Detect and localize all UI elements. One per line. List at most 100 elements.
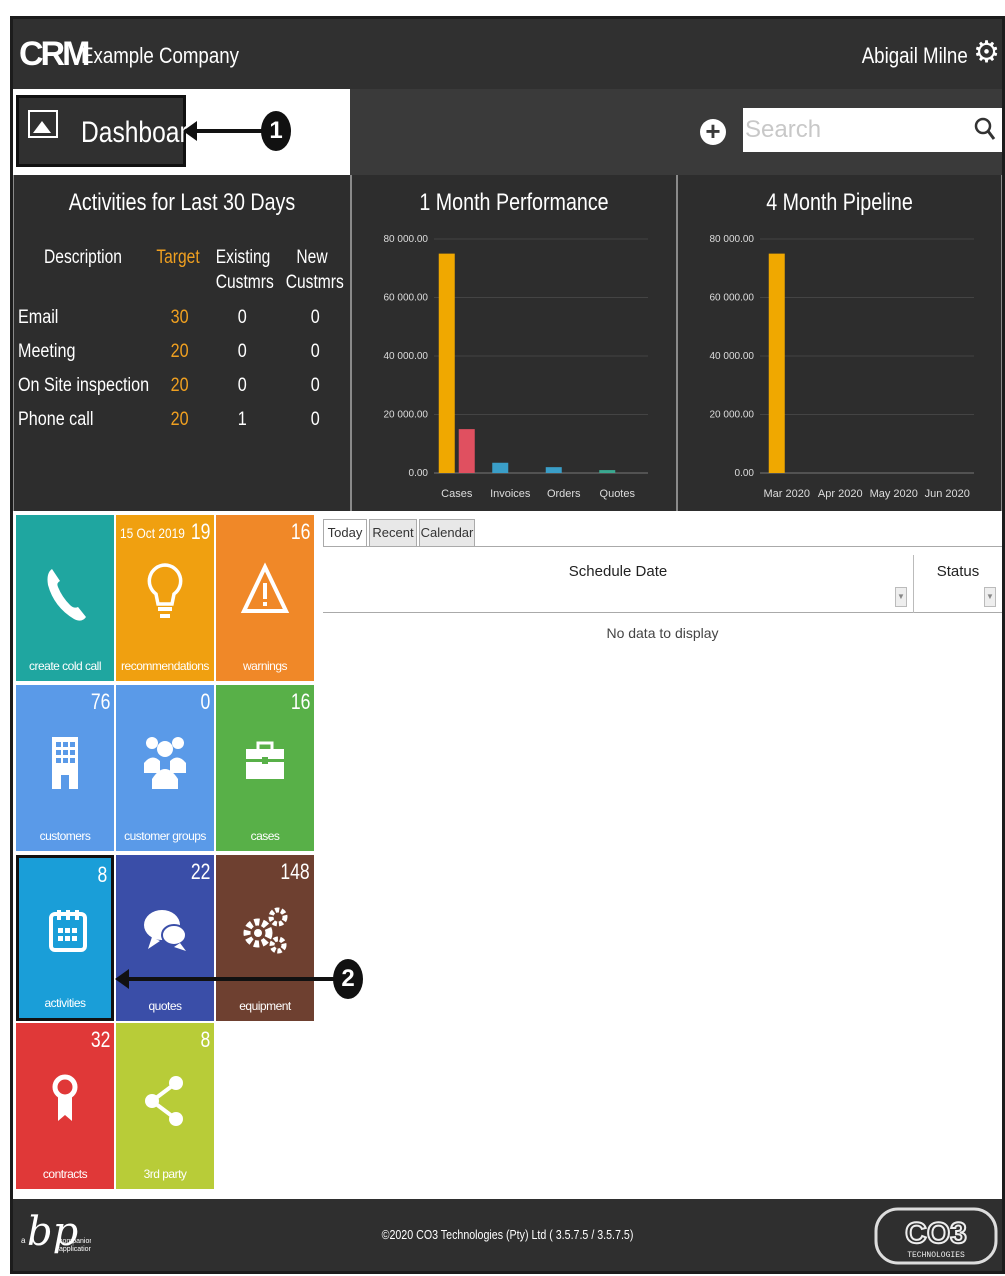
- callout-arrow-1: [183, 121, 263, 141]
- top-bar: CRM Example Company Abigail Milne ⚙: [13, 19, 1002, 89]
- callout-arrow-2: [115, 969, 345, 989]
- warning-icon: [240, 562, 290, 613]
- activity-target: 20: [170, 375, 189, 396]
- tile-warnings[interactable]: 16 warnings: [216, 515, 314, 681]
- y-tick-label: 0.00: [409, 468, 429, 479]
- tile-count: 16: [290, 689, 310, 714]
- filter-icon[interactable]: ▼: [895, 587, 907, 607]
- activity-row: Email 30 0 0: [14, 307, 352, 341]
- bar: [438, 253, 455, 473]
- schedule-grid: Today Recent Calendar Schedule Date ▼ St…: [323, 515, 1002, 1195]
- y-tick-label: 80 000.00: [710, 234, 755, 245]
- x-tick-label: Quotes: [600, 488, 636, 500]
- y-tick-label: 60 000.00: [710, 293, 755, 304]
- y-tick-label: 60 000.00: [384, 293, 429, 304]
- callout-badge-1: 1: [261, 111, 291, 151]
- x-tick-label: Invoices: [490, 488, 531, 500]
- pipeline-title: 4 Month Pipeline: [766, 189, 913, 216]
- calendar-icon: [49, 910, 87, 952]
- column-title: Schedule Date: [568, 563, 668, 580]
- col-new-line1: New: [296, 247, 328, 268]
- lightbulb-icon: [147, 563, 183, 618]
- bar: [545, 467, 562, 473]
- column-schedule-date[interactable]: Schedule Date ▼: [323, 555, 914, 613]
- bar: [492, 462, 509, 473]
- dashboard-title-box: Dashboard: [16, 95, 201, 167]
- activity-new: 0: [310, 409, 320, 430]
- activity-target: 30: [170, 307, 189, 328]
- title-row: Dashboard 1 +: [13, 89, 1002, 175]
- tab-recent[interactable]: Recent: [369, 519, 417, 547]
- tile-quotes[interactable]: 22 quotes: [116, 855, 214, 1021]
- bp-prefix: a: [21, 1236, 26, 1245]
- tile-customers[interactable]: 76 customers: [16, 685, 114, 851]
- tab-calendar[interactable]: Calendar: [419, 519, 475, 547]
- activity-existing: 0: [237, 341, 247, 362]
- col-new: New Custmrs: [286, 245, 344, 295]
- performance-title: 1 Month Performance: [419, 189, 609, 216]
- tile-count: 148: [280, 859, 310, 884]
- tile-count: 76: [90, 689, 110, 714]
- grid-header: Schedule Date ▼ Status ▼: [323, 555, 1002, 613]
- empty-message: No data to display: [606, 625, 719, 641]
- phone-icon: [47, 569, 86, 621]
- company-name: Example Company: [81, 43, 239, 68]
- y-tick-label: 20 000.00: [384, 410, 429, 421]
- bar: [458, 429, 475, 473]
- pipeline-panel: 4 Month Pipeline 0.00 20 000.00 40 000.00 6…: [677, 175, 1002, 511]
- tile-count: 16: [290, 519, 310, 544]
- column-status[interactable]: Status ▼: [914, 555, 1002, 613]
- co3-logo: CO3 TECHNOLOGIES: [874, 1207, 998, 1265]
- tile-create-cold-call[interactable]: create cold call: [16, 515, 114, 681]
- tile-label: recommendations: [121, 659, 209, 673]
- tile-customer-groups[interactable]: 0 customer groups: [116, 685, 214, 851]
- tile-contracts[interactable]: 32 contracts: [16, 1023, 114, 1189]
- column-title: Status: [936, 563, 980, 580]
- activity-description: Email: [18, 307, 59, 328]
- gear-icon[interactable]: ⚙: [973, 35, 1000, 70]
- activity-existing: 1: [237, 409, 247, 430]
- tile-date: 15 Oct 2019: [120, 525, 185, 541]
- y-tick-label: 80 000.00: [384, 234, 429, 245]
- activity-existing: 0: [237, 375, 247, 396]
- pipeline-chart: 0.00 20 000.00 40 000.00 60 000.00 80 000.00…: [710, 234, 974, 500]
- performance-chart: 0.00 20 000.00 40 000.00 60 000.00 80 000.00…: [384, 234, 648, 500]
- crm-logo[interactable]: CRM: [19, 35, 90, 74]
- activity-row: On Site inspection 20 0 0: [14, 375, 352, 409]
- tile-recommendations[interactable]: 15 Oct 2019 19 recommendations: [116, 515, 214, 681]
- activity-target: 20: [170, 409, 189, 430]
- tile-label: quotes: [148, 999, 182, 1013]
- col-target: Target: [156, 247, 200, 268]
- search-input[interactable]: [745, 114, 965, 146]
- add-button[interactable]: +: [700, 118, 726, 145]
- y-tick-label: 20 000.00: [710, 410, 755, 421]
- performance-panel: 1 Month Performance 0.00 20 000.00 40 000.…: [351, 175, 677, 511]
- footer: a bp companion application ©2020 CO3 Tec…: [13, 1199, 1002, 1271]
- tile-equipment[interactable]: 148 equipment: [216, 855, 314, 1021]
- filter-icon[interactable]: ▼: [984, 587, 996, 607]
- x-tick-label: Cases: [441, 488, 473, 500]
- tile-cases[interactable]: 16 cases: [216, 685, 314, 851]
- activity-target: 20: [170, 341, 189, 362]
- title-left: Dashboard 1: [13, 89, 350, 175]
- tile-3rd-party[interactable]: 8 3rd party: [116, 1023, 214, 1189]
- tile-count: 19: [190, 519, 210, 544]
- tile-activities[interactable]: 8 activities: [16, 855, 114, 1021]
- tile-label: activities: [44, 996, 86, 1010]
- y-tick-label: 0.00: [735, 468, 755, 479]
- activity-row: Phone call 20 1 0: [14, 409, 352, 443]
- tab-today[interactable]: Today: [323, 519, 367, 547]
- tile-count: 32: [90, 1027, 110, 1052]
- y-tick-label: 40 000.00: [710, 351, 755, 362]
- user-name[interactable]: Abigail Milne: [862, 43, 968, 69]
- copyright-text: ©2020 CO3 Technologies (Pty) Ltd ( 3.5.7…: [381, 1227, 634, 1242]
- share-icon: [145, 1076, 183, 1126]
- tab-divider: [323, 546, 1002, 547]
- col-description: Description: [44, 247, 122, 268]
- activity-existing: 0: [237, 307, 247, 328]
- tile-count: 0: [200, 689, 210, 714]
- co3-mark: CO3: [905, 1217, 967, 1250]
- x-tick-label: Orders: [547, 488, 581, 500]
- tile-label: contracts: [42, 1167, 88, 1181]
- search-icon[interactable]: [974, 116, 996, 142]
